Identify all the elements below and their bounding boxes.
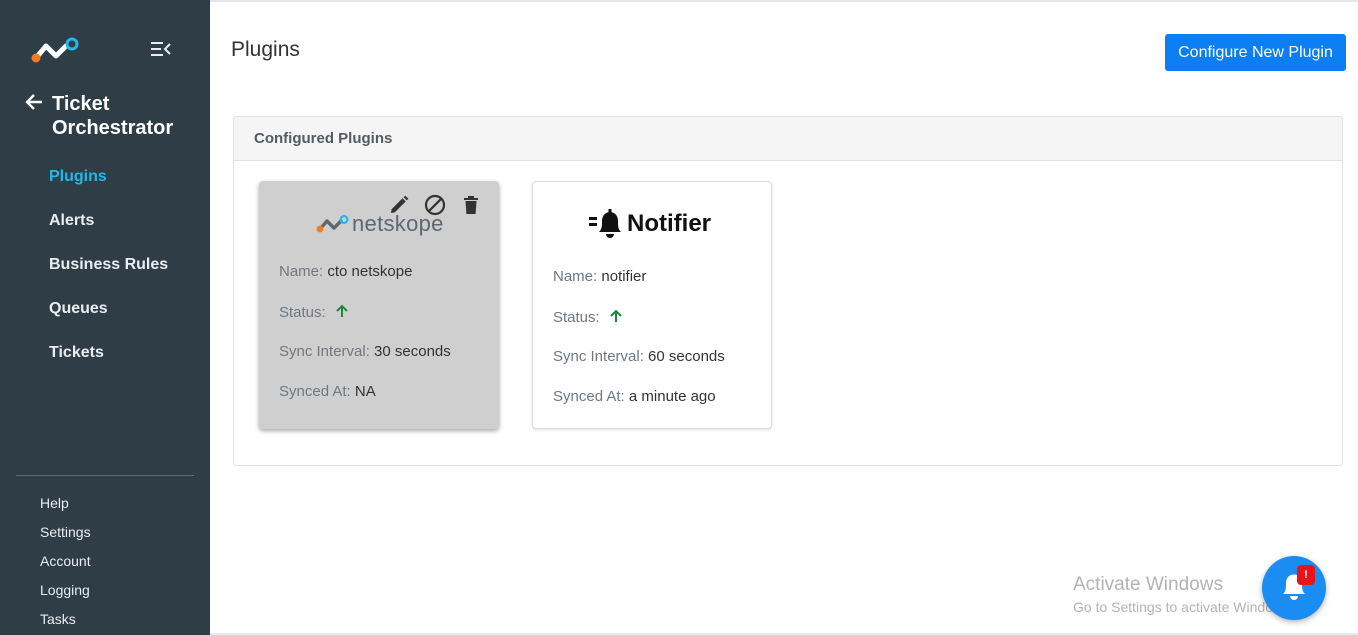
plugin-sync-interval-row: Sync Interval: 60 seconds bbox=[553, 348, 725, 365]
plugin-sync-interval-row: Sync Interval: 30 seconds bbox=[279, 343, 451, 360]
windows-activation-watermark: Activate Windows Go to Settings to activ… bbox=[1073, 574, 1294, 615]
configured-plugins-panel: Configured Plugins netskope Name: cto ne bbox=[233, 116, 1343, 466]
synced-at-label: Synced At: bbox=[553, 388, 625, 405]
synced-at-label: Synced At: bbox=[279, 383, 351, 400]
sidebar-item-help[interactable]: Help bbox=[40, 494, 91, 523]
sidebar-item-tasks[interactable]: Tasks bbox=[40, 610, 91, 635]
watermark-title: Activate Windows bbox=[1073, 574, 1223, 595]
sync-interval-label: Sync Interval: bbox=[553, 348, 644, 365]
name-label: Name: bbox=[553, 268, 598, 285]
plugin-synced-at-row: Synced At: NA bbox=[279, 383, 376, 400]
plugin-name-row: Name: notifier bbox=[553, 268, 646, 285]
collapse-menu-icon[interactable] bbox=[150, 40, 172, 58]
sidebar-item-plugins[interactable]: Plugins bbox=[49, 166, 168, 210]
notifier-plugin-logo: Notifier bbox=[589, 208, 711, 240]
module-title: Ticket Orchestrator bbox=[52, 93, 174, 139]
netskope-mark-icon bbox=[316, 214, 349, 233]
netskope-logo-icon bbox=[31, 37, 79, 63]
sync-interval-value: 60 seconds bbox=[648, 348, 725, 365]
name-label: Name: bbox=[279, 263, 324, 280]
sidebar-divider bbox=[16, 475, 194, 476]
sidebar-nav: Plugins Alerts Business Rules Queues Tic… bbox=[49, 166, 168, 386]
plugin-card-notifier[interactable]: Notifier Name: notifier Status: Sync Int… bbox=[532, 181, 772, 429]
plugin-synced-at-row: Synced At: a minute ago bbox=[553, 388, 716, 405]
sidebar-item-settings[interactable]: Settings bbox=[40, 523, 91, 552]
watermark-subtitle: Go to Settings to activate Windows. bbox=[1073, 599, 1294, 615]
sidebar-item-business-rules[interactable]: Business Rules bbox=[49, 254, 168, 298]
status-label: Status: bbox=[553, 309, 600, 326]
synced-at-value: a minute ago bbox=[628, 388, 716, 405]
notifier-logo-text: Notifier bbox=[627, 210, 711, 237]
arrow-up-icon bbox=[336, 304, 348, 317]
plugin-name-row: Name: cto netskope bbox=[279, 263, 412, 280]
sidebar-item-alerts[interactable]: Alerts bbox=[49, 210, 168, 254]
notifications-button[interactable]: ! bbox=[1262, 556, 1326, 620]
netskope-logo-text: netskope bbox=[352, 211, 444, 236]
arrow-up-icon bbox=[610, 309, 622, 322]
notifier-bell-icon bbox=[589, 209, 621, 238]
plugin-status-row: Status: bbox=[553, 308, 624, 326]
sync-interval-value: 30 seconds bbox=[374, 343, 451, 360]
sidebar-footer: Help Settings Account Logging Tasks bbox=[40, 494, 91, 635]
sidebar-item-tickets[interactable]: Tickets bbox=[49, 342, 168, 386]
back-arrow-icon[interactable] bbox=[24, 92, 44, 112]
sync-interval-label: Sync Interval: bbox=[279, 343, 370, 360]
status-label: Status: bbox=[279, 304, 326, 321]
sidebar: Ticket Orchestrator Plugins Alerts Busin… bbox=[0, 0, 210, 635]
synced-at-value: NA bbox=[354, 383, 376, 400]
configure-new-plugin-button[interactable]: Configure New Plugin bbox=[1165, 34, 1346, 71]
sidebar-item-logging[interactable]: Logging bbox=[40, 581, 91, 610]
page-title: Plugins bbox=[231, 38, 300, 61]
panel-title: Configured Plugins bbox=[234, 117, 1342, 161]
notification-badge: ! bbox=[1297, 565, 1315, 585]
sidebar-item-account[interactable]: Account bbox=[40, 552, 91, 581]
netskope-plugin-logo: netskope bbox=[315, 211, 444, 237]
plugin-name-value: cto netskope bbox=[327, 263, 413, 280]
plugin-status-row: Status: bbox=[279, 303, 350, 321]
plugin-name-value: notifier bbox=[601, 268, 647, 285]
sidebar-item-queues[interactable]: Queues bbox=[49, 298, 168, 342]
plugin-card-netskope[interactable]: netskope Name: cto netskope Status: Sync… bbox=[259, 181, 499, 429]
delete-icon[interactable] bbox=[459, 193, 483, 217]
